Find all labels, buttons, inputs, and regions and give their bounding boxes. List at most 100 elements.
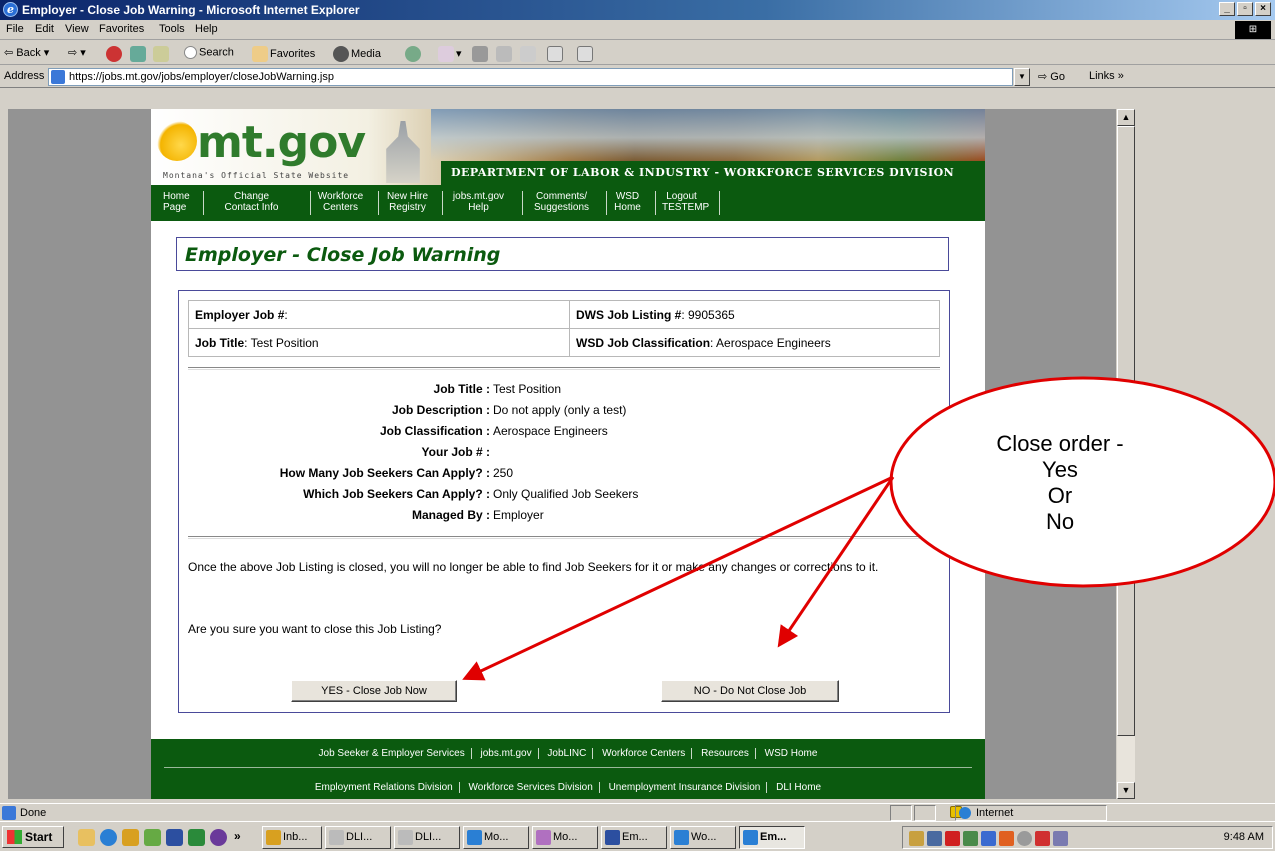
tray-app-icon[interactable] [1017,831,1032,846]
nav-wsd-home[interactable]: WSD Home [606,191,648,215]
go-button[interactable]: ⇨ Go [1038,70,1065,83]
footer-divider [164,767,972,768]
ie-icon[interactable] [100,829,117,846]
nav-change-contact-info[interactable]: Change Contact Info [203,191,299,215]
scroll-down-icon[interactable]: ▼ [1117,782,1135,799]
footer-link[interactable]: DLI Home [776,782,821,793]
security-zone: Internet [955,805,1107,821]
search-button[interactable]: Search [184,46,234,59]
history-icon[interactable] [405,46,423,62]
capitol-image [386,121,420,183]
footer-link[interactable]: Unemployment Insurance Division [609,782,761,793]
forward-button[interactable]: ⇨ ▾ [68,46,86,59]
footer-link[interactable]: Workforce Centers [602,748,685,759]
detail-row: Job Classification : Aerospace Engineers [379,424,608,438]
footer-link[interactable]: Job Seeker & Employer Services [319,748,465,759]
sun-icon [157,121,197,161]
footer-link[interactable]: Employment Relations Division [315,782,453,793]
task-button[interactable]: Mo... [463,826,529,849]
yes-close-job-button[interactable]: YES - Close Job Now [291,680,457,702]
detail-row: Managed By : Employer [411,508,544,522]
footer-links-row2: Employment Relations Division Workforce … [151,782,985,793]
mt-gov-logo[interactable]: mt.gov [157,117,366,168]
network-icon[interactable] [927,831,942,846]
task-button[interactable]: Inb... [262,826,322,849]
excel-icon[interactable] [188,829,205,846]
windows-flag-icon: ⊞ [1235,21,1271,39]
stop-icon[interactable] [106,46,124,62]
menu-view[interactable]: View [65,23,89,35]
toolbar: ⇦ Back ▾ ⇨ ▾ Search Favorites Media ▾ [0,41,1275,65]
favorites-button[interactable]: Favorites [252,46,315,62]
back-button[interactable]: ⇦ Back ▾ [4,46,49,59]
footer-links-row1: Job Seeker & Employer Services jobs.mt.g… [151,748,985,759]
nav-comments-suggestions[interactable]: Comments/Suggestions [522,191,600,215]
status-text: Done [20,807,47,819]
department-title: DEPARTMENT OF LABOR & INDUSTRY - WORKFOR… [441,161,985,185]
menu-tools[interactable]: Tools [159,23,185,35]
status-pane [914,805,936,821]
address-bar: Address https://jobs.mt.gov/jobs/employe… [0,66,1275,88]
start-button[interactable]: Start [2,826,64,848]
menu-help[interactable]: Help [195,23,218,35]
page-title: Employer - Close Job Warning [185,244,501,266]
app-icon[interactable] [210,829,227,846]
nav-logout[interactable]: Logout TESTEMP [655,191,709,215]
task-button-active[interactable]: Em... [739,826,805,849]
links-button[interactable]: Links » [1089,70,1124,82]
site-tagline: Montana's Official State Website [163,171,350,180]
menu-favorites[interactable]: Favorites [99,23,144,35]
discuss-icon[interactable] [520,46,538,62]
task-button[interactable]: DLI... [394,826,460,849]
desktop-icon[interactable] [78,829,95,846]
task-button[interactable]: Wo... [670,826,736,849]
media-button[interactable]: Media [333,46,381,62]
tray-app-icon[interactable] [981,831,996,846]
tray-app-icon[interactable] [1035,831,1050,846]
footer-link[interactable]: Resources [701,748,749,759]
mail-icon[interactable]: ▾ [438,46,462,62]
page-done-icon [2,806,16,820]
ie-icon: e [3,2,18,17]
menu-edit[interactable]: Edit [35,23,54,35]
web-page: mt.gov Montana's Official State Website … [151,109,985,799]
footer-link[interactable]: jobs.mt.gov [480,748,531,759]
task-button[interactable]: DLI... [325,826,391,849]
nav-new-hire-registry[interactable]: New Hire Registry [378,191,436,215]
nav-home-page[interactable]: Home Page [157,191,196,215]
footer-link[interactable]: Workforce Services Division [469,782,593,793]
task-button[interactable]: Em... [601,826,667,849]
windows-flag-icon [7,830,22,844]
tray-app-icon[interactable] [963,831,978,846]
messenger-icon[interactable] [547,46,565,62]
site-nav: Home Page Change Contact Info Workforce Cen… [151,185,985,221]
tray-app-icon[interactable] [999,831,1014,846]
nav-jobs-help[interactable]: jobs.mt.gov Help [442,191,514,215]
maximize-button[interactable]: ▫ [1237,2,1253,16]
site-banner: mt.gov Montana's Official State Website … [151,109,985,185]
print-icon[interactable] [472,46,490,62]
address-dropdown-icon[interactable]: ▼ [1014,68,1030,86]
edit-icon[interactable] [496,46,514,62]
refresh-icon[interactable] [130,46,148,62]
nav-workforce-centers[interactable]: Workforce Centers [310,191,370,215]
task-button[interactable]: Mo... [532,826,598,849]
menu-file[interactable]: File [6,23,24,35]
word-icon[interactable] [166,829,183,846]
footer-link[interactable]: WSD Home [765,748,818,759]
app-icon[interactable] [144,829,161,846]
norton-icon[interactable] [945,831,960,846]
volume-icon[interactable] [909,831,924,846]
address-input[interactable]: https://jobs.mt.gov/jobs/employer/closeJ… [48,68,1013,86]
close-icon[interactable]: × [1255,2,1271,16]
footer-link[interactable]: JobLINC [547,748,586,759]
minimize-button[interactable]: _ [1219,2,1235,16]
scroll-up-icon[interactable]: ▲ [1117,109,1135,126]
research-icon[interactable] [577,46,595,62]
no-do-not-close-job-button[interactable]: NO - Do Not Close Job [661,680,839,702]
more-quicklaunch-icon[interactable]: » [234,829,244,846]
tray-app-icon[interactable] [1053,831,1068,846]
clock: 9:48 AM [1223,831,1264,843]
home-icon[interactable] [153,46,171,62]
outlook-icon[interactable] [122,829,139,846]
